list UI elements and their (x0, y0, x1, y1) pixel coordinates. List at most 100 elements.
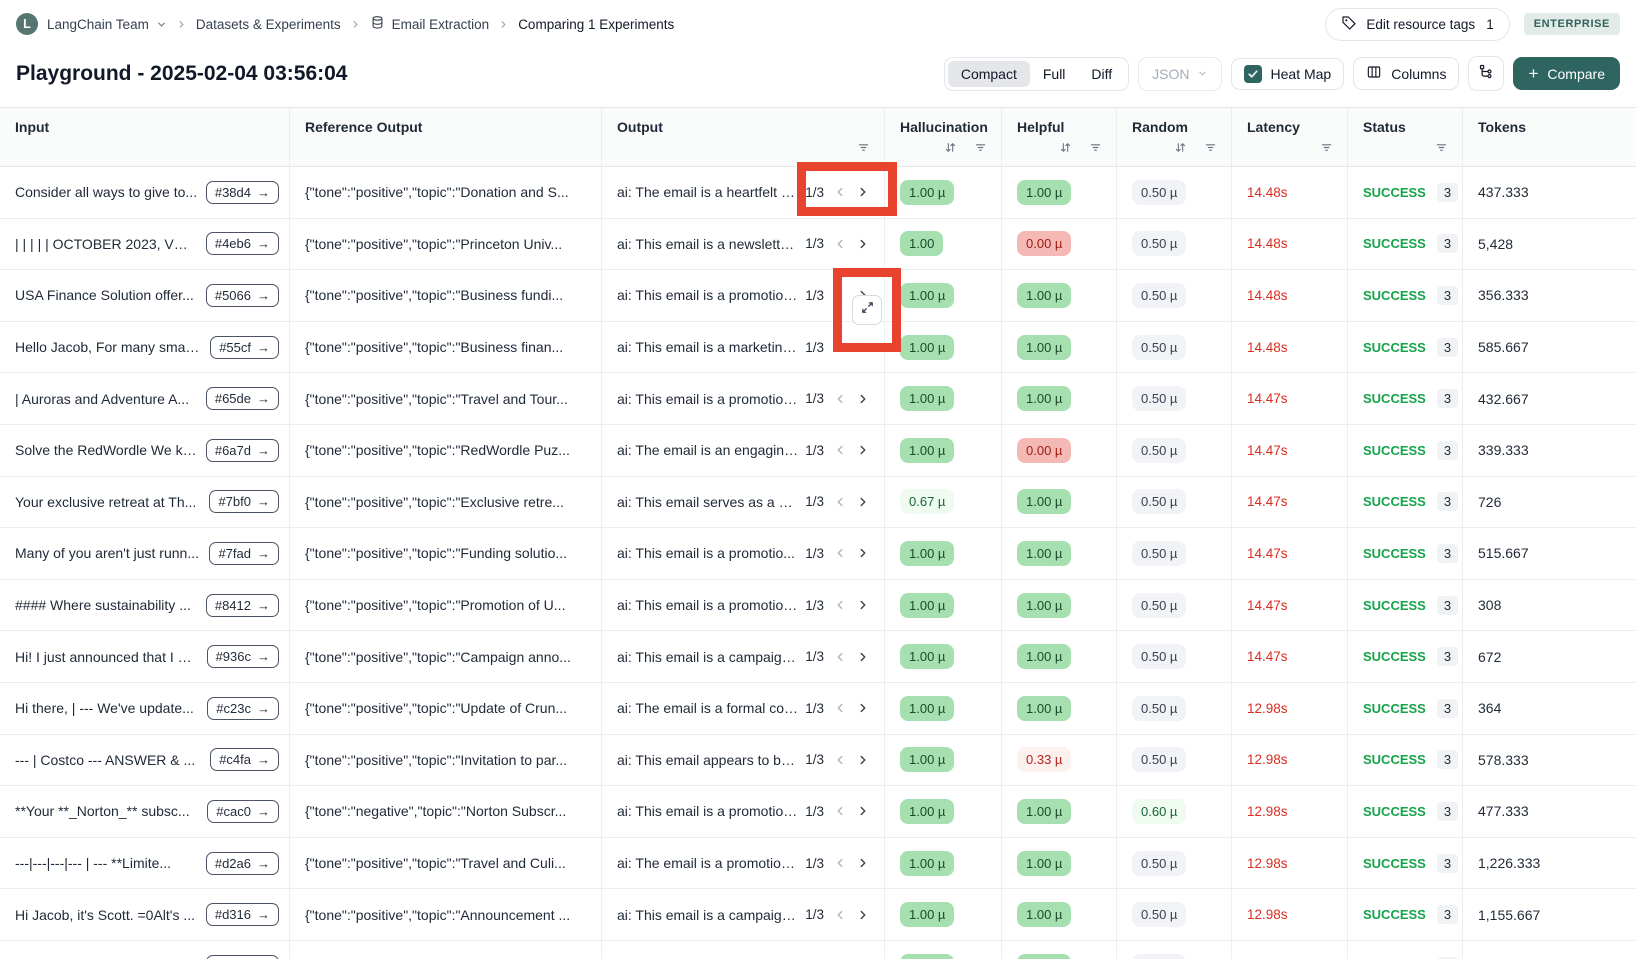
reference-output-cell[interactable]: {"tone":"negative","topic":"Norton Subsc… (290, 786, 602, 837)
example-id-badge[interactable]: #936c → (206, 645, 279, 669)
reference-output-cell[interactable]: {"tone":"positive","topic":"RedWordle Pu… (290, 424, 602, 476)
filter-icon[interactable] (1089, 141, 1102, 157)
reference-output-cell[interactable]: {"tone":"positive","topic":"Princeton Un… (290, 218, 602, 270)
reference-output-cell[interactable]: {"tone":"positive","topic":"New Produ... (290, 940, 602, 959)
output-cell[interactable]: ai: This email is a promotion... 1/3 (602, 786, 885, 837)
pager-next-button[interactable] (856, 495, 870, 509)
input-cell[interactable]: ---|---|---|--- | --- **Limite... #d2a6 → (0, 837, 290, 889)
output-cell[interactable]: ai: This email is a campaign ... 1/3 (602, 889, 885, 940)
example-id-badge[interactable]: #4eb6 → (205, 232, 279, 256)
reference-output-cell[interactable]: {"tone":"positive","topic":"Campaign ann… (290, 631, 602, 682)
filter-icon[interactable] (1320, 141, 1333, 157)
input-cell[interactable]: Consider all ways to give to... #38d4 → (0, 167, 290, 218)
input-cell[interactable]: On Monday, Octob...#d9a2 → (0, 940, 290, 959)
reference-output-cell[interactable]: {"tone":"positive","topic":"Promotion of… (290, 579, 602, 631)
input-cell[interactable]: Hi Jacob, it's Scott. =0Alt's ... #d316 → (0, 889, 290, 940)
compare-button[interactable]: + Compare (1513, 57, 1620, 90)
pager-prev-button[interactable] (833, 856, 847, 870)
breadcrumb-datasets[interactable]: Datasets & Experiments (196, 17, 341, 32)
filter-icon[interactable] (974, 141, 987, 157)
input-cell[interactable]: Hi there, | --- We've update... #c23c → (0, 682, 290, 734)
input-cell[interactable]: #### Where sustainability ... #8412 → (0, 579, 290, 631)
pager-prev-button[interactable] (833, 701, 847, 715)
heat-map-toggle[interactable]: Heat Map (1230, 57, 1345, 90)
example-id-badge[interactable]: #6a7d → (205, 438, 279, 462)
example-id-badge[interactable]: #c23c → (207, 696, 279, 720)
reference-output-cell[interactable]: {"tone":"positive","topic":"Update of Cr… (290, 682, 602, 734)
view-mode-diff[interactable]: Diff (1078, 61, 1125, 87)
input-cell[interactable]: Many of you aren't just runn... #7fad → (0, 528, 290, 579)
sort-icon[interactable] (1059, 141, 1072, 157)
pager-next-button[interactable] (856, 804, 870, 818)
pager-next-button[interactable] (856, 598, 870, 612)
pager-prev-button[interactable] (833, 546, 847, 560)
reference-output-cell[interactable]: {"tone":"positive","topic":"Travel and T… (290, 373, 602, 424)
pager-prev-button[interactable] (833, 650, 847, 664)
pager-prev-button[interactable] (833, 237, 847, 251)
pager-prev-button[interactable] (833, 185, 847, 199)
reference-output-cell[interactable]: {"tone":"positive","topic":"Exclusive re… (290, 476, 602, 528)
langchain-logo[interactable]: L (16, 13, 38, 35)
pager-prev-button[interactable] (833, 598, 847, 612)
output-cell[interactable]: ai: This email is a promotion... 1/3 (602, 373, 885, 424)
pager-next-button[interactable] (856, 856, 870, 870)
input-cell[interactable]: Hello Jacob, For many small... #55cf → (0, 321, 290, 373)
input-cell[interactable]: Hi! I just announced that I w... #936c → (0, 631, 290, 682)
pager-next-button[interactable] (856, 237, 870, 251)
output-cell[interactable]: ai: The email is an engaging,... 1/3 (602, 424, 885, 476)
checkbox-checked-icon[interactable] (1243, 64, 1262, 83)
example-id-badge[interactable]: #8412 → (205, 593, 279, 617)
input-cell[interactable]: --- | Costco --- ANSWER & ... #c4fa → (0, 734, 290, 786)
output-cell[interactable]: ai: The email is a promotiona... 1/3 (602, 837, 885, 889)
output-cell[interactable]: ai: This email is a promotio...1/3 (602, 528, 885, 579)
reference-output-cell[interactable]: {"tone":"positive","topic":"Donation and… (290, 167, 602, 218)
example-id-badge[interactable]: #d2a6 → (205, 851, 279, 875)
pager-prev-button[interactable] (833, 443, 847, 457)
example-id-badge[interactable]: #cac0 → (207, 799, 279, 823)
output-cell[interactable]: ai: This email is a promotion... 1/3 (602, 579, 885, 631)
sort-icon[interactable] (944, 141, 957, 157)
pager-next-button[interactable] (856, 753, 870, 767)
filter-icon[interactable] (1435, 141, 1448, 157)
input-cell[interactable]: | | | | | OCTOBER 2023, VOL... #4eb6 → (0, 218, 290, 270)
output-cell[interactable]: ai: This email is a promotio...1/3 (602, 940, 885, 959)
view-mode-compact[interactable]: Compact (947, 60, 1030, 87)
pager-prev-button[interactable] (833, 495, 847, 509)
pager-next-button[interactable] (856, 908, 870, 922)
format-dropdown[interactable]: JSON (1138, 56, 1222, 91)
example-id-badge[interactable]: #d316 → (205, 903, 279, 927)
view-mode-full[interactable]: Full (1030, 61, 1079, 87)
example-id-badge[interactable]: #7bf0 → (209, 490, 279, 514)
trace-tree-button[interactable] (1468, 56, 1505, 91)
pager-next-button[interactable] (856, 701, 870, 715)
pager-next-button[interactable] (856, 650, 870, 664)
output-cell[interactable]: ai: This email is a marketing ... 1/3 (602, 321, 885, 373)
filter-icon[interactable] (857, 141, 870, 157)
reference-output-cell[interactable]: {"tone":"positive","topic":"Invitation t… (290, 734, 602, 786)
reference-output-cell[interactable]: {"tone":"positive","topic":"Travel and C… (290, 837, 602, 889)
pager-next-button[interactable] (856, 340, 870, 354)
output-cell[interactable]: ai: This email appears to be ... 1/3 (602, 734, 885, 786)
sort-icon[interactable] (1174, 141, 1187, 157)
input-cell[interactable]: Solve the RedWordle We kn... #6a7d → (0, 424, 290, 476)
example-id-badge[interactable]: #38d4 → (205, 180, 279, 204)
pager-prev-button[interactable] (833, 288, 847, 302)
columns-button[interactable]: Columns (1353, 57, 1460, 90)
pager-prev-button[interactable] (833, 340, 847, 354)
example-id-badge[interactable]: #65de → (205, 387, 279, 411)
output-cell[interactable]: ai: This email is a campaign ... 1/3 (602, 631, 885, 682)
pager-next-button[interactable] (856, 392, 870, 406)
edit-resource-tags-button[interactable]: Edit resource tags 1 (1325, 7, 1510, 41)
example-id-badge[interactable]: #7fad → (209, 541, 279, 565)
breadcrumb-team[interactable]: LangChain Team (47, 17, 167, 32)
input-cell[interactable]: USA Finance Solution offer... #5066 → (0, 270, 290, 321)
example-id-badge[interactable]: #5066 → (205, 283, 279, 307)
example-id-badge[interactable]: #c4fa → (210, 748, 279, 772)
output-cell[interactable]: ai: This email is a promotion... 1/3 (602, 270, 885, 321)
pager-next-button[interactable] (856, 546, 870, 560)
breadcrumb-dataset[interactable]: Email Extraction (370, 15, 489, 33)
reference-output-cell[interactable]: {"tone":"positive","topic":"Business fin… (290, 321, 602, 373)
reference-output-cell[interactable]: {"tone":"positive","topic":"Funding solu… (290, 528, 602, 579)
pager-next-button[interactable] (856, 185, 870, 199)
pager-prev-button[interactable] (833, 392, 847, 406)
